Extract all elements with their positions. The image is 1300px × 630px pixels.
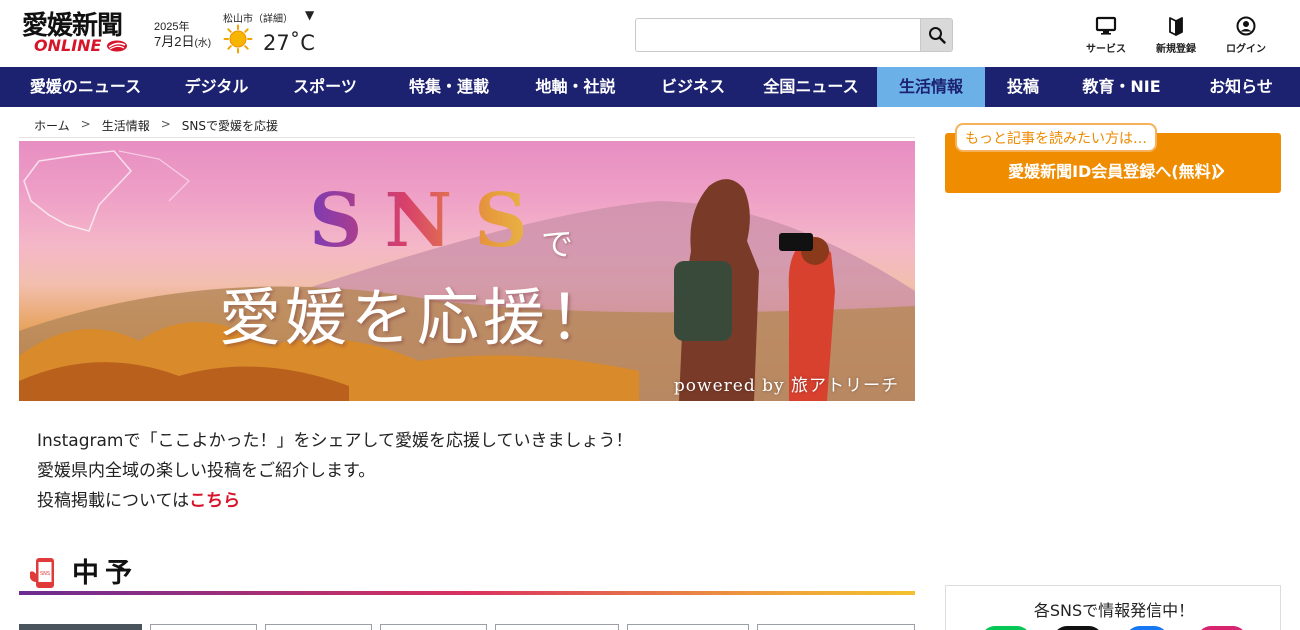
banner-credit: powered by 旅アトリーチ (673, 376, 899, 396)
nav-item-submissions[interactable]: 投稿 (985, 67, 1061, 107)
x-icon[interactable] (1053, 626, 1103, 630)
nav-item-business[interactable]: ビジネス (641, 67, 745, 107)
area-tab[interactable] (757, 624, 915, 630)
sun-icon (223, 24, 253, 54)
section-gradient-rule (19, 591, 915, 595)
svg-text:SNS: SNS (40, 571, 50, 577)
section-title: 中予 (72, 558, 138, 589)
date-month-day: 7月2日(水) (154, 34, 212, 50)
nav-item-national-news[interactable]: 全国ニュース (745, 67, 877, 107)
submission-info-link[interactable]: こちら (189, 491, 240, 511)
nav-item-ehime-news[interactable]: 愛媛のニュース (0, 67, 171, 107)
temperature: 27˚C (263, 31, 315, 55)
area-tabs (19, 624, 915, 630)
site-logo[interactable]: 愛媛新聞 ONLINE (22, 12, 132, 56)
area-tab[interactable] (627, 624, 749, 630)
search-icon (929, 27, 946, 44)
date-weekday: (水) (194, 38, 212, 49)
travelers-illustration (674, 179, 835, 401)
line-icon[interactable] (981, 626, 1031, 630)
area-tab[interactable] (19, 624, 142, 630)
cta-bubble: もっと記事を読みたい方は… (955, 123, 1157, 152)
breadcrumb-lifestyle[interactable]: 生活情報 (102, 117, 150, 134)
site-header: 愛媛新聞 ONLINE 2025年 7月2日(水) 松山市（詳細） ▼ 27˚C (0, 0, 1300, 67)
register-label: 新規登録 (1156, 44, 1196, 55)
smartphone-sns-icon: SNS (30, 558, 54, 588)
area-tab[interactable] (265, 624, 372, 630)
search-input[interactable] (635, 18, 922, 52)
nav-item-lifestyle[interactable]: 生活情報 (877, 67, 985, 107)
register-button[interactable]: 新規登録 (1146, 16, 1206, 56)
main-nav: 愛媛のニュース デジタル スポーツ 特集・連載 地軸・社説 ビジネス 全国ニュー… (0, 67, 1300, 107)
chevron-right-icon (1215, 163, 1225, 179)
services-label: サービス (1086, 44, 1126, 55)
intro-text: Instagramで「ここよかった！」をシェアして愛媛を応援していきましょう！ … (37, 426, 632, 516)
beginner-mark-icon (1169, 17, 1183, 36)
nav-item-notices[interactable]: お知らせ (1182, 67, 1300, 107)
logo-sub-text: ONLINE (34, 36, 102, 55)
area-tab[interactable] (495, 624, 619, 630)
breadcrumb-separator: > (80, 117, 91, 131)
banner-de-text: で (541, 225, 574, 263)
current-date: 2025年 7月2日(水) (154, 20, 211, 51)
breadcrumb-separator: > (160, 117, 171, 131)
instagram-icon[interactable] (1197, 626, 1247, 630)
nav-item-features[interactable]: 特集・連載 (388, 67, 510, 107)
intro-line-2: 愛媛県内全域の楽しい投稿をご紹介します。 (37, 461, 376, 481)
area-tab[interactable] (380, 624, 487, 630)
area-tab[interactable] (150, 624, 257, 630)
user-icon (1236, 16, 1256, 36)
logo-swirl-icon (107, 40, 127, 52)
weather-dropdown-icon[interactable]: ▼ (305, 8, 314, 22)
banner-sns-text: SNS (309, 178, 550, 264)
banner-tagline: 愛媛を応援！ (219, 281, 616, 354)
sns-box-title: 各SNSで情報発信中！ (1033, 601, 1195, 620)
intro-line-1: Instagramで「ここよかった！」をシェアして愛媛を応援していきましょう！ (37, 431, 633, 451)
services-button[interactable]: サービス (1076, 16, 1136, 56)
breadcrumb-divider (19, 137, 915, 138)
weather-city-link[interactable]: 松山市（詳細） (223, 10, 293, 25)
date-year: 2025年 (154, 21, 190, 33)
search-button[interactable] (920, 18, 953, 52)
nav-item-editorials[interactable]: 地軸・社説 (510, 67, 641, 107)
monitor-icon (1095, 16, 1117, 35)
nav-item-sports[interactable]: スポーツ (262, 67, 388, 107)
login-label: ログイン (1226, 44, 1266, 55)
hero-banner: SNS で 愛媛を応援！ powered by 旅アトリーチ (19, 141, 915, 401)
breadcrumb-home[interactable]: ホーム (34, 117, 70, 134)
sns-follow-box: 各SNSで情報発信中！ (945, 585, 1281, 630)
facebook-icon[interactable] (1125, 626, 1169, 630)
login-button[interactable]: ログイン (1216, 16, 1276, 56)
breadcrumb: ホーム > 生活情報 > SNSで愛媛を応援 (34, 117, 278, 134)
nav-item-digital[interactable]: デジタル (171, 67, 262, 107)
intro-line-3: 投稿掲載についてはこちら (37, 491, 241, 511)
breadcrumb-current: SNSで愛媛を応援 (181, 119, 278, 133)
nav-item-education-nie[interactable]: 教育・NIE (1061, 67, 1182, 107)
